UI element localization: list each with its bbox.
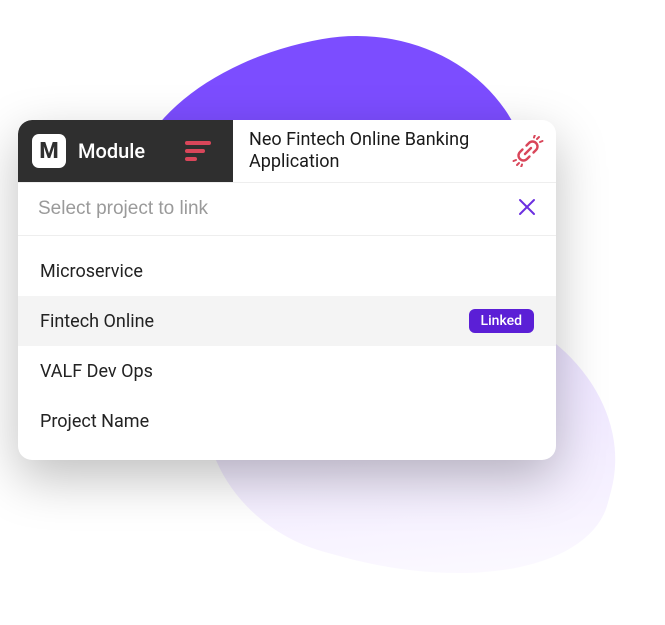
module-header: M Module	[18, 120, 233, 182]
list-item[interactable]: Project Name	[18, 396, 556, 446]
filter-icon[interactable]	[185, 141, 211, 161]
list-item[interactable]: Microservice	[18, 246, 556, 296]
list-item-label: Project Name	[40, 411, 149, 432]
project-header: Neo Fintech Online Banking Application	[233, 120, 556, 182]
list-item-label: VALF Dev Ops	[40, 361, 153, 382]
list-item-label: Microservice	[40, 261, 143, 282]
project-title: Neo Fintech Online Banking Application	[249, 129, 502, 172]
module-logo: M	[32, 134, 66, 168]
panel-header: M Module Neo Fintech Online Banking Appl…	[18, 120, 556, 182]
close-icon[interactable]	[518, 198, 536, 220]
module-label: Module	[78, 139, 145, 163]
linked-badge: Linked	[469, 309, 534, 333]
search-row	[18, 182, 556, 236]
list-item-label: Fintech Online	[40, 311, 154, 332]
list-item[interactable]: Fintech Online Linked	[18, 296, 556, 346]
link-icon[interactable]	[512, 135, 544, 167]
project-list: Microservice Fintech Online Linked VALF …	[18, 236, 556, 460]
search-input[interactable]	[38, 198, 518, 220]
link-project-panel: M Module Neo Fintech Online Banking Appl…	[18, 120, 556, 460]
list-item[interactable]: VALF Dev Ops	[18, 346, 556, 396]
